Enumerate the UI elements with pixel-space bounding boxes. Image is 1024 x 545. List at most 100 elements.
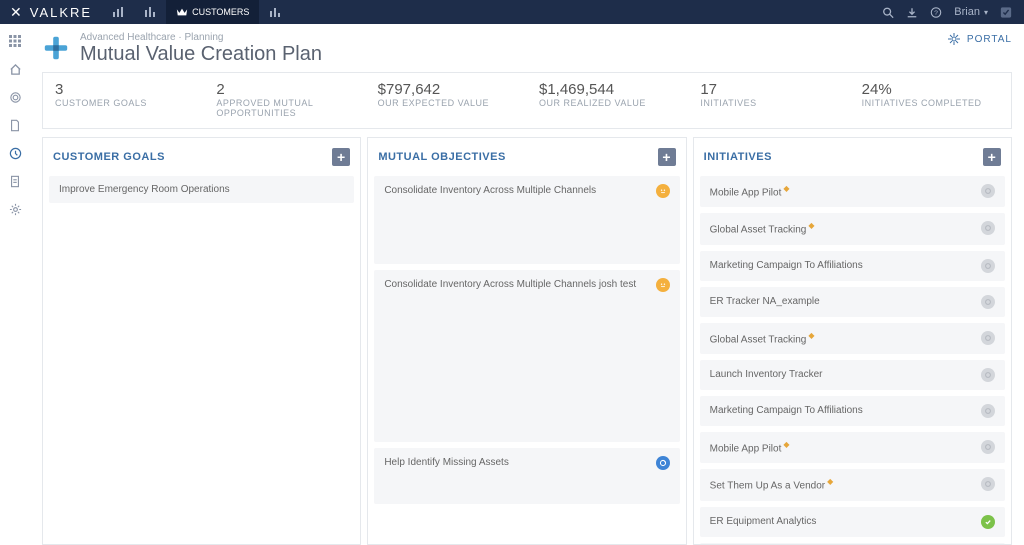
initiative-card[interactable]: Global Asset Tracking◆ [700, 213, 1005, 244]
column-mutual-objectives: MUTUAL OBJECTIVES + Consolidate Inventor… [367, 137, 686, 545]
initiative-text: Mobile App Pilot◆ [710, 440, 790, 455]
metric-value: 3 [55, 81, 192, 98]
download-icon[interactable] [906, 6, 918, 18]
topnav-item-customers[interactable]: CUSTOMERS [166, 0, 259, 24]
column-body: Consolidate Inventory Across Multiple Ch… [368, 176, 685, 544]
search-icon[interactable] [882, 6, 894, 18]
initiative-card[interactable]: ER Tracker NA_example [700, 287, 1005, 317]
crown-icon [176, 6, 188, 18]
column-title: CUSTOMER GOALS [53, 151, 165, 163]
page-header: Advanced Healthcare · Planning Mutual Va… [30, 24, 1024, 72]
status-badge-empty-icon [981, 404, 995, 418]
initiative-text: ER Tracker NA_example [710, 295, 820, 308]
column-customer-goals: CUSTOMER GOALS + Improve Emergency Room … [42, 137, 361, 545]
breadcrumb-section[interactable]: Planning [185, 32, 224, 43]
status-badge-empty-icon [981, 368, 995, 382]
initiative-card[interactable]: Mobile App Pilot◆ [700, 176, 1005, 207]
add-goal-button[interactable]: + [332, 148, 350, 166]
metric-value: 24% [862, 81, 999, 98]
check-icon[interactable] [1000, 6, 1012, 18]
initiative-text: Marketing Campaign To Affiliations [710, 404, 863, 417]
flag-icon: ◆ [783, 440, 789, 449]
topnav-item-bars2[interactable] [134, 0, 166, 24]
metric-label: OUR EXPECTED VALUE [378, 98, 515, 108]
initiative-card[interactable]: Marketing Campaign To Affiliations [700, 251, 1005, 281]
initiative-text: Global Asset Tracking◆ [710, 221, 815, 236]
status-badge-inprogress-icon [656, 456, 670, 470]
initiative-text: Global Asset Tracking◆ [710, 331, 815, 346]
flag-icon: ◆ [827, 477, 833, 486]
column-header: CUSTOMER GOALS + [43, 138, 360, 176]
target-icon[interactable] [8, 90, 22, 104]
metric-initiatives-completed[interactable]: 24% INITIATIVES COMPLETED [850, 73, 1011, 128]
metric-label: INITIATIVES COMPLETED [862, 98, 999, 108]
metric-initiatives[interactable]: 17 INITIATIVES [688, 73, 849, 128]
initiative-text: Set Them Up As a Vendor◆ [710, 477, 834, 492]
initiative-card[interactable]: Launch Inventory Tracker [700, 360, 1005, 390]
portal-label: PORTAL [967, 34, 1012, 45]
document2-icon[interactable] [8, 174, 22, 188]
status-badge-empty-icon [981, 295, 995, 309]
topnav-item-bars[interactable] [102, 0, 134, 24]
metric-label: APPROVED MUTUAL OPPORTUNITIES [216, 98, 353, 118]
topnav: CUSTOMERS [102, 0, 291, 24]
topbar: ✕ VALKRE CUSTOMERS [0, 0, 1024, 24]
metric-label: CUSTOMER GOALS [55, 98, 192, 108]
initiative-text: Launch Inventory Tracker [710, 368, 823, 381]
flag-icon: ◆ [783, 184, 789, 193]
metric-label: OUR REALIZED VALUE [539, 98, 676, 108]
add-initiative-button[interactable]: + [983, 148, 1001, 166]
planning-icon[interactable] [8, 146, 22, 160]
flag-icon: ◆ [808, 221, 814, 230]
status-badge-done-icon [981, 515, 995, 529]
brand[interactable]: ✕ VALKRE [0, 4, 102, 21]
user-name: Brian [954, 6, 980, 18]
metric-label: INITIATIVES [700, 98, 837, 108]
gear-icon[interactable] [8, 202, 22, 216]
initiative-card[interactable]: Inventory Tracker Pilot [700, 543, 1005, 544]
initiative-text: Mobile App Pilot◆ [710, 184, 790, 199]
column-header: INITIATIVES + [694, 138, 1011, 176]
metric-value: $1,469,544 [539, 81, 676, 98]
metrics-bar: 3 CUSTOMER GOALS 2 APPROVED MUTUAL OPPOR… [42, 72, 1012, 129]
initiative-card[interactable]: Global Asset Tracking◆ [700, 323, 1005, 354]
metric-customer-goals[interactable]: 3 CUSTOMER GOALS [43, 73, 204, 128]
portal-star-icon [947, 32, 961, 46]
column-title: MUTUAL OBJECTIVES [378, 151, 505, 163]
barchart-icon [269, 6, 281, 18]
metric-approved-opportunities[interactable]: 2 APPROVED MUTUAL OPPORTUNITIES [204, 73, 365, 128]
objective-text: Consolidate Inventory Across Multiple Ch… [384, 278, 636, 291]
topnav-item-bars3[interactable] [259, 0, 291, 24]
document-icon[interactable] [8, 118, 22, 132]
objective-card[interactable]: Help Identify Missing Assets [374, 448, 679, 504]
portal-link[interactable]: PORTAL [947, 32, 1012, 46]
chevron-down-icon: ▾ [984, 8, 988, 17]
column-title: INITIATIVES [704, 151, 772, 163]
goal-card[interactable]: Improve Emergency Room Operations [49, 176, 354, 203]
column-body: Mobile App Pilot◆ Global Asset Tracking◆ M… [694, 176, 1011, 544]
initiative-card[interactable]: ER Equipment Analytics [700, 507, 1005, 537]
home-icon[interactable] [8, 62, 22, 76]
apps-icon[interactable] [8, 34, 22, 48]
metric-value: 17 [700, 81, 837, 98]
objective-card[interactable]: Consolidate Inventory Across Multiple Ch… [374, 270, 679, 442]
topnav-label-customers: CUSTOMERS [192, 7, 249, 17]
column-body: Improve Emergency Room Operations [43, 176, 360, 544]
initiative-card[interactable]: Mobile App Pilot◆ [700, 432, 1005, 463]
column-header: MUTUAL OBJECTIVES + [368, 138, 685, 176]
initiative-card[interactable]: Marketing Campaign To Affiliations [700, 396, 1005, 426]
breadcrumb-org[interactable]: Advanced Healthcare [80, 32, 176, 43]
help-icon[interactable]: ? [930, 6, 942, 18]
metric-expected-value[interactable]: $797,642 OUR EXPECTED VALUE [366, 73, 527, 128]
objective-card[interactable]: Consolidate Inventory Across Multiple Ch… [374, 176, 679, 264]
objective-text: Consolidate Inventory Across Multiple Ch… [384, 184, 596, 197]
add-objective-button[interactable]: + [658, 148, 676, 166]
metric-realized-value[interactable]: $1,469,544 OUR REALIZED VALUE [527, 73, 688, 128]
page-title: Mutual Value Creation Plan [80, 43, 322, 66]
status-badge-pending-icon [656, 278, 670, 292]
topbar-right: ? Brian ▾ [882, 6, 1024, 18]
customer-logo-icon [42, 34, 70, 62]
user-menu[interactable]: Brian ▾ [954, 6, 988, 18]
initiative-card[interactable]: Set Them Up As a Vendor◆ [700, 469, 1005, 500]
status-badge-empty-icon [981, 331, 995, 345]
